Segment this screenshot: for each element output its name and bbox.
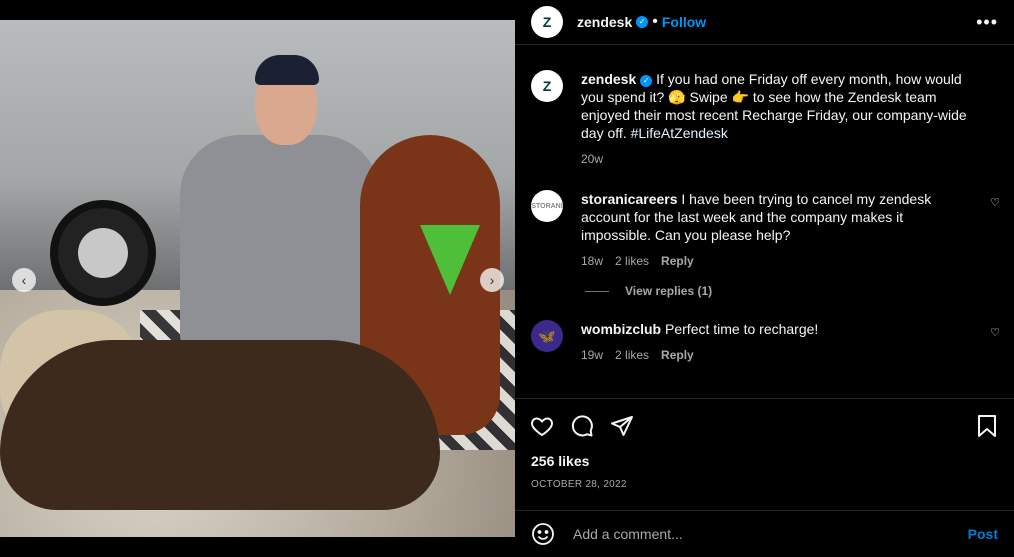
add-comment-bar: Post xyxy=(515,510,1014,557)
comment-username[interactable]: storanicareers xyxy=(581,191,678,207)
carousel-next-button[interactable]: › xyxy=(480,268,504,292)
author-username[interactable]: zendesk xyxy=(577,14,632,30)
caption: Z zendesk ✓ If you had one Friday off eve… xyxy=(515,70,1014,168)
comment-meta: 18w 2 likes Reply xyxy=(581,252,976,270)
emoji-icon[interactable] xyxy=(531,522,555,546)
caption-avatar[interactable]: Z xyxy=(531,70,563,102)
comment-age: 19w xyxy=(581,348,604,362)
reply-button[interactable]: Reply xyxy=(661,346,694,364)
comment-likes[interactable]: 2 likes xyxy=(615,346,649,364)
comments-list[interactable]: Z zendesk ✓ If you had one Friday off eve… xyxy=(515,54,1014,397)
caption-hashtag[interactable]: #LifeAtZendesk xyxy=(631,125,728,141)
photo-brown-dog xyxy=(0,340,440,510)
post-side-panel: Z zendesk ✓ • Follow ••• Z zendesk ✓ If y… xyxy=(515,0,1014,557)
follow-button[interactable]: Follow xyxy=(662,14,706,30)
caption-meta: 20w xyxy=(581,150,976,168)
post-actions: 256 likes OCTOBER 28, 2022 xyxy=(515,398,1014,490)
author-avatar[interactable]: Z xyxy=(531,6,563,38)
comment-input[interactable] xyxy=(571,525,968,543)
view-replies-line xyxy=(585,290,609,292)
post-photo xyxy=(0,20,515,537)
comment-text: Perfect time to recharge! xyxy=(665,321,819,337)
likes-count[interactable]: 256 likes xyxy=(515,439,1014,469)
view-replies-button[interactable]: View replies (1) xyxy=(585,284,1014,298)
separator-dot: • xyxy=(652,13,658,30)
post-button[interactable]: Post xyxy=(968,526,998,542)
photo-cap xyxy=(255,55,319,85)
comment-item: 🦋 wombizclub Perfect time to recharge! 1… xyxy=(515,320,1014,364)
heart-icon[interactable] xyxy=(529,413,555,439)
post-date: OCTOBER 28, 2022 xyxy=(531,479,627,490)
caption-body: zendesk ✓ If you had one Friday off every… xyxy=(581,70,976,168)
caption-username[interactable]: zendesk xyxy=(581,71,636,87)
comment-item: STORANI storanicareers I have been tryin… xyxy=(515,190,1014,270)
verified-icon: ✓ xyxy=(640,75,653,87)
photo-wheel-hub xyxy=(78,228,128,278)
reply-button[interactable]: Reply xyxy=(661,252,694,270)
post-media[interactable]: ‹ › xyxy=(0,0,515,557)
comment-like-icon[interactable]: ♡ xyxy=(990,196,1000,209)
comment-body: wombizclub Perfect time to recharge! 19w… xyxy=(581,320,976,364)
comment-likes[interactable]: 2 likes xyxy=(615,252,649,270)
comment-age: 18w xyxy=(581,254,604,268)
comment-avatar[interactable]: STORANI xyxy=(531,190,563,222)
save-icon[interactable] xyxy=(974,413,1000,439)
comment-username[interactable]: wombizclub xyxy=(581,321,661,337)
comment-meta: 19w 2 likes Reply xyxy=(581,346,976,364)
more-icon[interactable]: ••• xyxy=(976,12,998,33)
carousel-prev-button[interactable]: ‹ xyxy=(12,268,36,292)
comment-like-icon[interactable]: ♡ xyxy=(990,326,1000,339)
share-icon[interactable] xyxy=(609,413,635,439)
view-replies-label: View replies (1) xyxy=(625,284,713,298)
caption-age: 20w xyxy=(581,152,604,166)
verified-icon: ✓ xyxy=(636,16,649,28)
comment-avatar[interactable]: 🦋 xyxy=(531,320,563,352)
post-header: Z zendesk ✓ • Follow ••• xyxy=(515,0,1014,45)
comment-icon[interactable] xyxy=(569,413,595,439)
action-icons xyxy=(515,399,1014,439)
photo-person xyxy=(180,135,380,355)
comment-body: storanicareers I have been trying to can… xyxy=(581,190,976,270)
